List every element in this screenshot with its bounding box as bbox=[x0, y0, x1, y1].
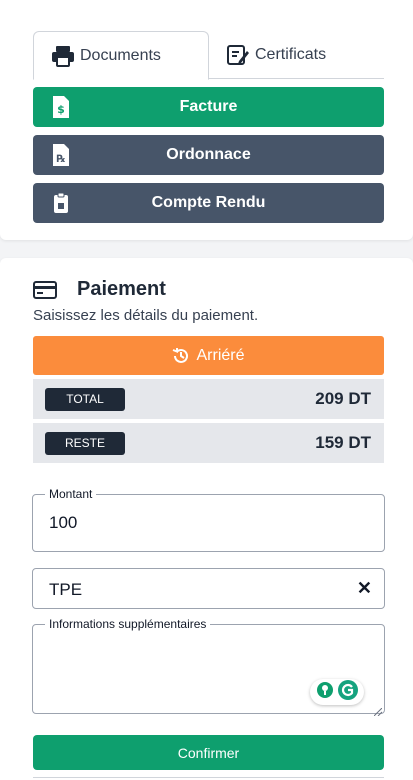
facture-button[interactable]: $ Facture bbox=[33, 87, 384, 127]
resize-handle-icon[interactable] bbox=[373, 703, 383, 717]
montant-value[interactable]: 100 bbox=[49, 513, 77, 533]
arriere-button[interactable]: Arriéré bbox=[33, 336, 384, 375]
clear-icon[interactable]: ✕ bbox=[357, 578, 372, 599]
total-row: TOTAL 209 DT bbox=[33, 379, 384, 419]
clipboard-icon bbox=[51, 191, 71, 215]
grammarly-icon bbox=[337, 679, 359, 706]
total-value: 209 DT bbox=[315, 389, 371, 408]
history-icon bbox=[172, 347, 190, 365]
ordonnance-button[interactable]: ℞ Ordonnace bbox=[33, 135, 384, 175]
compte-rendu-button[interactable]: Compte Rendu bbox=[33, 183, 384, 223]
printer-icon bbox=[50, 44, 76, 68]
arriere-label: Arriéré bbox=[196, 346, 245, 364]
lightbulb-icon bbox=[316, 681, 334, 704]
edit-document-icon bbox=[225, 43, 251, 67]
tab-certificats-label: Certificats bbox=[255, 46, 327, 63]
tab-documents[interactable]: Documents bbox=[33, 31, 209, 80]
tab-certificats[interactable]: Certificats bbox=[223, 31, 326, 79]
payment-method-value: TPE bbox=[49, 580, 83, 599]
svg-text:$: $ bbox=[57, 103, 65, 116]
facture-label: Facture bbox=[179, 98, 238, 115]
payment-header: Paiement bbox=[33, 278, 166, 301]
credit-card-icon bbox=[33, 280, 57, 300]
compte-rendu-label: Compte Rendu bbox=[151, 194, 266, 211]
tab-documents-label: Documents bbox=[80, 46, 161, 64]
info-label: Informations supplémentaires bbox=[45, 617, 211, 631]
payment-title: Paiement bbox=[77, 278, 166, 300]
prescription-icon: ℞ bbox=[51, 143, 71, 167]
montant-label: Montant bbox=[45, 487, 97, 501]
payment-subtitle: Saisissez les détails du paiement. bbox=[33, 307, 259, 324]
invoice-icon: $ bbox=[51, 95, 71, 119]
document-tabs: Documents Certificats bbox=[33, 31, 384, 80]
montant-field[interactable]: Montant 100 bbox=[32, 487, 385, 552]
svg-text:℞: ℞ bbox=[57, 154, 66, 165]
payment-method-select[interactable]: TPE ✕ bbox=[32, 568, 385, 609]
total-badge: TOTAL bbox=[45, 387, 125, 411]
divider bbox=[33, 777, 384, 778]
reste-row: RESTE 159 DT bbox=[33, 423, 384, 463]
grammarly-widget[interactable] bbox=[310, 679, 364, 705]
reste-badge: RESTE bbox=[45, 431, 125, 455]
reste-value: 159 DT bbox=[315, 433, 371, 452]
ordonnance-label: Ordonnace bbox=[166, 146, 251, 163]
info-textarea[interactable]: Informations supplémentaires bbox=[32, 617, 385, 717]
confirm-button[interactable]: Confirmer bbox=[33, 735, 384, 770]
